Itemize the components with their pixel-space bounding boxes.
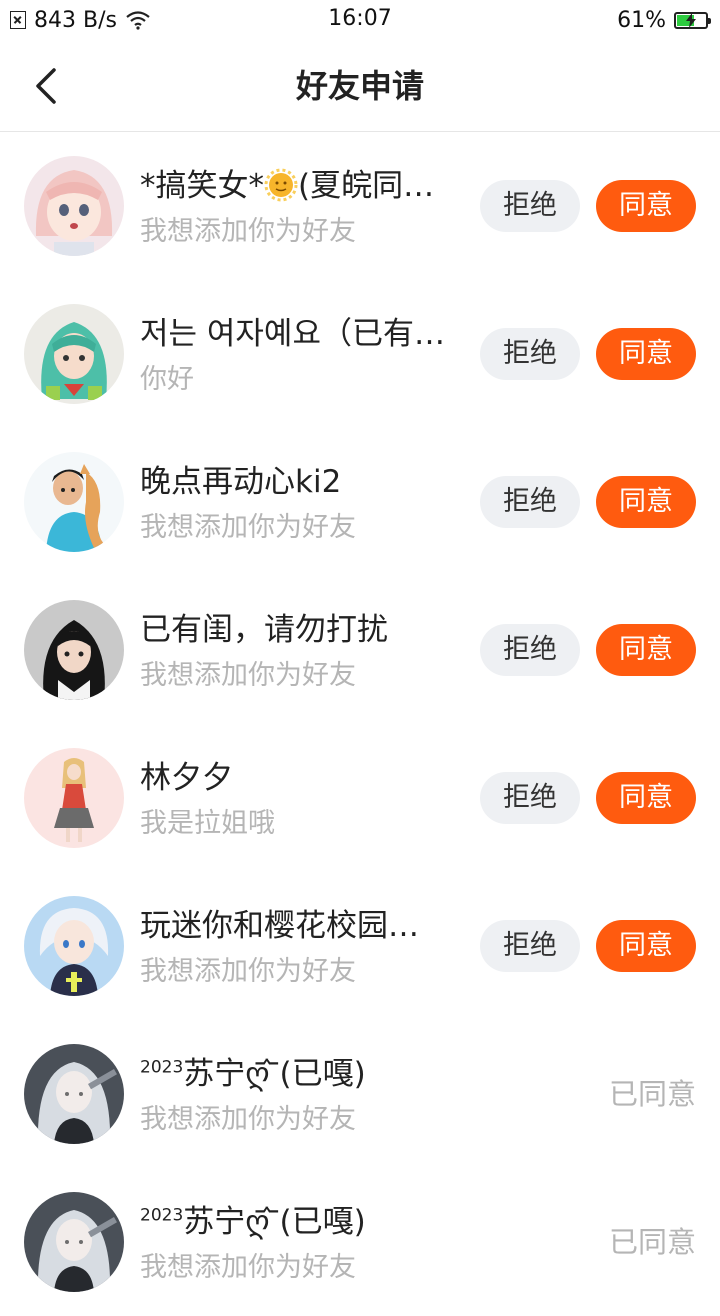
friend-request-item[interactable]: 玩迷你和樱花校园… 我想添加你为好友 拒绝 同意	[0, 872, 720, 1020]
request-message: 我想添加你为好友	[140, 1104, 356, 1135]
friend-request-item[interactable]: 2023苏宁ღ᷄ ᷅(已嘎) 我想添加你为好友 已同意	[0, 1168, 720, 1316]
avatar[interactable]	[24, 748, 124, 848]
requester-name-sup: 2023	[140, 1057, 184, 1078]
reject-button[interactable]: 拒绝	[480, 772, 580, 824]
clock: 16:07	[328, 6, 392, 31]
request-message: 你好	[140, 364, 194, 395]
agreed-status: 已同意	[608, 1077, 696, 1111]
requester-name: 玩迷你和樱花校园…	[140, 908, 419, 944]
reject-button[interactable]: 拒绝	[480, 476, 580, 528]
friend-request-item[interactable]: 저는 여자예요（已有… 你好 拒绝 同意	[0, 280, 720, 428]
charging-icon	[686, 12, 696, 28]
requester-name-part: (夏皖同…	[298, 168, 435, 204]
request-message: 我想添加你为好友	[140, 1252, 356, 1283]
avatar[interactable]	[24, 600, 124, 700]
friend-request-item[interactable]: 2023苏宁ღ᷄ ᷅(已嘎) 我想添加你为好友 已同意	[0, 1020, 720, 1168]
avatar[interactable]	[24, 896, 124, 996]
avatar[interactable]	[24, 1044, 124, 1144]
accept-button[interactable]: 同意	[596, 624, 696, 676]
reject-button[interactable]: 拒绝	[480, 328, 580, 380]
reject-button[interactable]: 拒绝	[480, 920, 580, 972]
requester-name-part: 苏宁ღ᷄ ᷅(已嘎)	[183, 1204, 366, 1240]
status-right: 61%	[617, 6, 711, 34]
avatar[interactable]	[24, 156, 124, 256]
accept-button[interactable]: 同意	[596, 180, 696, 232]
request-message: 我是拉姐哦	[140, 808, 275, 839]
accept-button[interactable]: 同意	[596, 476, 696, 528]
request-message: 我想添加你为好友	[140, 216, 356, 247]
accept-button[interactable]: 同意	[596, 328, 696, 380]
request-message: 我想添加你为好友	[140, 512, 356, 543]
requester-name-part: 苏宁ღ᷄ ᷅(已嘎)	[183, 1056, 366, 1092]
battery-icon	[674, 11, 711, 29]
friend-request-item[interactable]: 林夕夕 我是拉姐哦 拒绝 同意	[0, 724, 720, 872]
friend-request-item[interactable]: *搞笑女* (夏皖同… 我想添加你为好友 拒绝 同意	[0, 132, 720, 280]
requester-name: 저는 여자예요（已有…	[140, 316, 445, 352]
reject-button[interactable]: 拒绝	[480, 624, 580, 676]
requester-name: *搞笑女* (夏皖同…	[140, 164, 465, 208]
friend-request-item[interactable]: 晚点再动心ki2 我想添加你为好友 拒绝 同意	[0, 428, 720, 576]
avatar[interactable]	[24, 304, 124, 404]
requester-name: 2023苏宁ღ᷄ ᷅(已嘎)	[140, 1200, 465, 1244]
agreed-status: 已同意	[608, 1225, 696, 1259]
accept-button[interactable]: 同意	[596, 920, 696, 972]
requester-name: 林夕夕	[140, 760, 233, 796]
request-message: 我想添加你为好友	[140, 660, 356, 691]
avatar[interactable]	[24, 1192, 124, 1292]
friend-request-item[interactable]: 已有闺，请勿打扰 我想添加你为好友 拒绝 同意	[0, 576, 720, 724]
requester-name: 晚点再动心ki2	[140, 464, 342, 500]
requester-name-part: *搞笑女*	[140, 168, 264, 204]
page-title: 好友申请	[295, 67, 424, 105]
requester-name: 2023苏宁ღ᷄ ᷅(已嘎)	[140, 1052, 465, 1096]
battery-percent: 61%	[617, 7, 666, 33]
nav-bar: 好友申请	[0, 40, 720, 132]
requester-name-sup: 2023	[140, 1205, 184, 1226]
sun-emoji-icon	[264, 168, 298, 202]
requester-name: 已有闺，请勿打扰	[140, 612, 388, 648]
request-message: 我想添加你为好友	[140, 956, 356, 987]
avatar[interactable]	[24, 452, 124, 552]
status-bar: 843 B/s 16:07 61%	[0, 0, 720, 40]
reject-button[interactable]: 拒绝	[480, 180, 580, 232]
accept-button[interactable]: 同意	[596, 772, 696, 824]
